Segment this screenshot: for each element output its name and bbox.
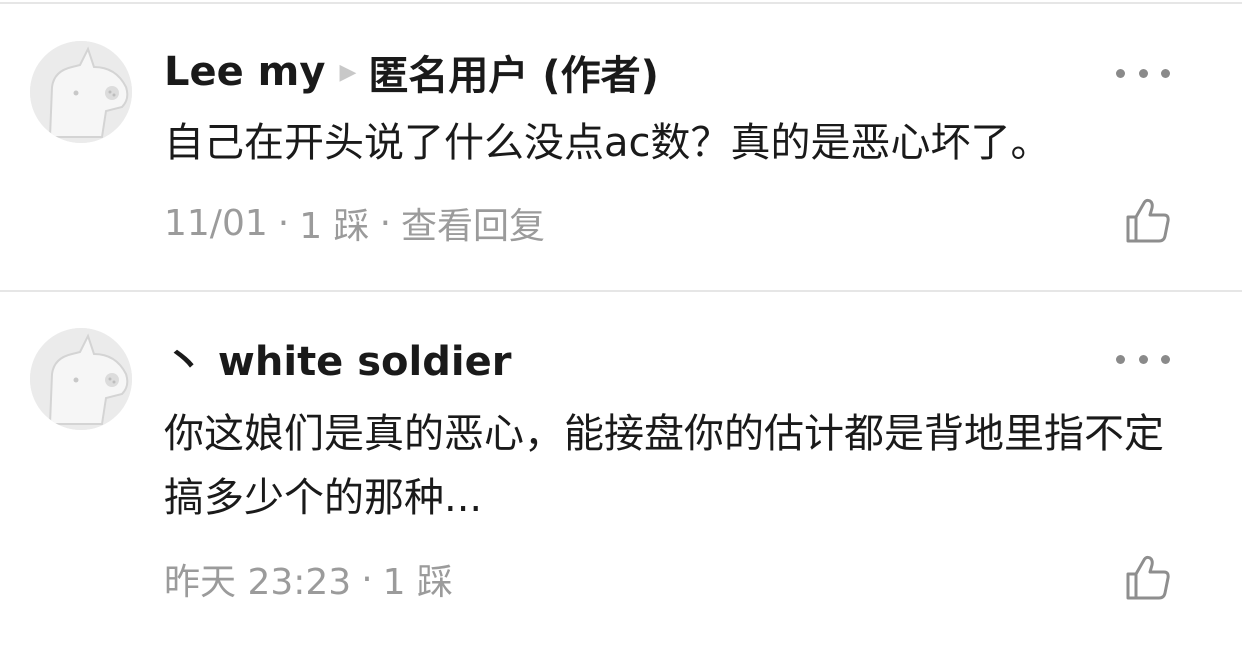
comment-text: 自己在开头说了什么没点ac数？真的是恶心坏了。 — [164, 120, 1051, 166]
comment-meta: 昨天 23:23 · 1 踩 — [164, 554, 453, 604]
comment-item: Lee my ▶ 匿名用户 (作者) 自己在开头说了什么没点ac数？真的是恶心坏… — [0, 0, 1242, 290]
comment-date: 昨天 23:23 — [164, 562, 352, 603]
meta-separator: · — [379, 202, 392, 244]
author-row: Lee my ▶ 匿名用户 (作者) — [164, 44, 659, 100]
comment-item: 丶 white soldier 你这娘们是真的恶心，能接盘你的估计都是背地里指不… — [0, 292, 1242, 672]
dog-avatar-icon — [30, 41, 132, 143]
like-button[interactable] — [1124, 554, 1172, 602]
more-dot-icon — [1161, 68, 1170, 78]
avatar[interactable] — [30, 328, 132, 430]
comment-meta: 11/01 · 1 踩 · 查看回复 — [164, 198, 545, 248]
dog-avatar-icon — [30, 328, 132, 430]
thumbs-up-icon — [1126, 555, 1170, 600]
thumbs-up-icon — [1126, 198, 1170, 243]
more-dot-icon — [1116, 354, 1125, 364]
comment-date: 11/01 — [164, 202, 268, 244]
meta-separator: · — [361, 558, 373, 600]
meta-separator: · — [277, 202, 290, 244]
more-dot-icon — [1138, 354, 1148, 364]
author-name[interactable]: 丶 white soldier — [164, 329, 511, 387]
dislike-count: 1 踩 — [299, 206, 370, 247]
like-button[interactable] — [1124, 197, 1172, 245]
avatar[interactable] — [30, 41, 132, 143]
view-replies-link[interactable]: 查看回复 — [401, 197, 545, 249]
more-options-button[interactable] — [1116, 349, 1170, 369]
more-dot-icon — [1116, 68, 1125, 78]
reply-target-name[interactable]: 匿名用户 (作者) — [368, 43, 659, 101]
comment-text: 你这娘们是真的恶心，能接盘你的估计都是背地里指不定搞多少个的那种... — [164, 411, 1164, 521]
more-options-button[interactable] — [1116, 63, 1170, 83]
dislike-count: 1 踩 — [382, 562, 454, 603]
more-dot-icon — [1161, 354, 1170, 364]
author-row: 丶 white soldier — [164, 330, 511, 386]
author-name[interactable]: Lee my — [164, 49, 325, 95]
more-dot-icon — [1138, 68, 1148, 78]
triangle-right-icon: ▶ — [339, 59, 357, 85]
